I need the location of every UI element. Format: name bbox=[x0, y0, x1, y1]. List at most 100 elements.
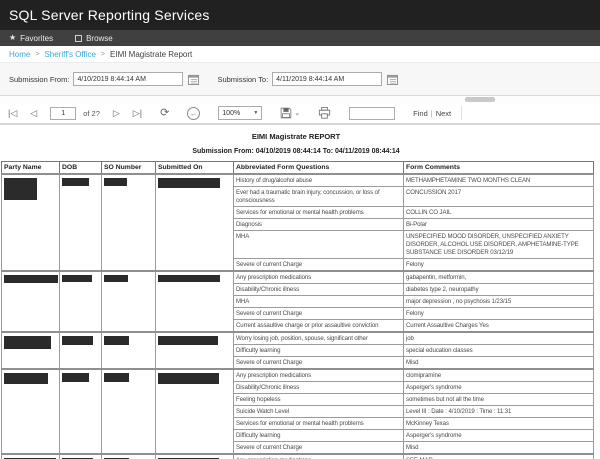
submission-to-calendar-button[interactable] bbox=[387, 74, 398, 85]
zoom-value: 100% bbox=[222, 110, 240, 117]
comment-cell: diabetes type 2, neuropathy bbox=[404, 284, 594, 296]
comment-cell: special education classes bbox=[404, 345, 594, 357]
report-title: EIMI Magistrate REPORT bbox=[0, 132, 592, 141]
last-page-button[interactable]: ▷| bbox=[133, 108, 142, 118]
redacted-dob-cell bbox=[60, 369, 102, 454]
export-button[interactable] bbox=[280, 107, 292, 119]
print-button[interactable] bbox=[318, 107, 331, 119]
comment-cell: UNSPECIFIED MOOD DISORDER, UNSPECIFIED A… bbox=[404, 231, 594, 259]
browse-label: Browse bbox=[86, 34, 113, 43]
comment-cell: Bi-Polar bbox=[404, 219, 594, 231]
refresh-icon[interactable]: ⟳ bbox=[160, 108, 169, 118]
report-row: Worry losing job, position, spouse, sign… bbox=[2, 332, 594, 345]
redaction-box bbox=[158, 178, 220, 188]
column-header: DOB bbox=[60, 162, 102, 175]
question-cell: MHA bbox=[234, 296, 404, 308]
find-next-separator: | bbox=[431, 109, 433, 118]
comment-cell: Asperger's syndrome bbox=[404, 382, 594, 394]
question-cell: Severe of current Charge bbox=[234, 442, 404, 455]
zoom-select[interactable]: 100% ▼ bbox=[218, 106, 262, 120]
question-cell: Severe of current Charge bbox=[234, 259, 404, 272]
question-cell: Severe of current Charge bbox=[234, 357, 404, 370]
menu-item-favorites[interactable]: ★ Favorites bbox=[9, 34, 53, 43]
question-cell: Feeling hopeless bbox=[234, 394, 404, 406]
column-header: SO Number bbox=[102, 162, 156, 175]
question-cell: Diagnosis bbox=[234, 219, 404, 231]
redacted-submitted-on-cell bbox=[156, 454, 234, 459]
redacted-dob-cell bbox=[60, 174, 102, 271]
star-icon: ★ bbox=[9, 34, 16, 42]
find-input[interactable] bbox=[349, 107, 395, 120]
parameter-panel: Submission From: Submission To: bbox=[0, 63, 600, 96]
submission-from-input[interactable] bbox=[73, 72, 183, 86]
comment-cell: Current Assaultive Charges Yes bbox=[404, 320, 594, 333]
comment-cell: sometimes but not all the time bbox=[404, 394, 594, 406]
redacted-party-name-cell bbox=[2, 271, 60, 332]
breadcrumb-separator: > bbox=[35, 51, 39, 58]
app-title: SQL Server Reporting Services bbox=[9, 7, 210, 23]
report-table: Party NameDOBSO NumberSubmitted OnAbbrev… bbox=[1, 161, 594, 459]
redaction-box bbox=[62, 373, 89, 382]
redacted-so-number-cell bbox=[102, 332, 156, 369]
calendar-icon bbox=[188, 74, 199, 85]
column-header: Party Name bbox=[2, 162, 60, 175]
submission-to-input[interactable] bbox=[272, 72, 382, 86]
report-row: Any prescription medicationsSEE MAR bbox=[2, 454, 594, 459]
chevron-down-icon: ▼ bbox=[253, 110, 258, 116]
redacted-dob-cell bbox=[60, 271, 102, 332]
redaction-box bbox=[158, 336, 218, 345]
breadcrumb: Home > Sheriff's Office > EIMI Magistrat… bbox=[0, 46, 600, 63]
question-cell: Current assaultive charge or prior assau… bbox=[234, 320, 404, 333]
question-cell: MHA bbox=[234, 231, 404, 259]
previous-page-button[interactable]: ◁ bbox=[30, 108, 37, 118]
next-page-button[interactable]: ▷ bbox=[113, 108, 120, 118]
redacted-party-name-cell bbox=[2, 454, 60, 459]
redacted-submitted-on-cell bbox=[156, 271, 234, 332]
export-chevron-icon[interactable]: ⌄ bbox=[294, 109, 300, 117]
redacted-party-name-cell bbox=[2, 369, 60, 454]
parameters-collapse-handle[interactable] bbox=[465, 97, 495, 102]
redaction-box bbox=[4, 336, 51, 349]
report-subtitle: Submission From: 04/10/2019 08:44:14 To:… bbox=[0, 148, 592, 155]
page-count-label: of 2? bbox=[83, 109, 100, 118]
question-cell: Disability/Chronic illness bbox=[234, 382, 404, 394]
report-row: Any prescription medicationsclomipramine bbox=[2, 369, 594, 382]
redaction-box bbox=[104, 178, 127, 186]
redacted-dob-cell bbox=[60, 332, 102, 369]
comment-cell: gabapentin, metformin, bbox=[404, 271, 594, 284]
breadcrumb-home-link[interactable]: Home bbox=[9, 50, 30, 59]
back-to-parent-icon[interactable]: ← bbox=[187, 107, 200, 120]
redaction-box bbox=[62, 336, 93, 345]
current-page-input[interactable] bbox=[50, 107, 76, 120]
breadcrumb-parent-link[interactable]: Sheriff's Office bbox=[44, 50, 95, 59]
find-button[interactable]: Find bbox=[413, 109, 428, 118]
submission-from-label: Submission From: bbox=[9, 75, 69, 84]
next-button[interactable]: Next bbox=[436, 109, 451, 118]
first-page-button[interactable]: |◁ bbox=[8, 108, 17, 118]
submission-from-calendar-button[interactable] bbox=[188, 74, 199, 85]
toolbar-separator bbox=[461, 106, 462, 120]
question-cell: Any prescription medications bbox=[234, 454, 404, 459]
question-cell: Services for emotional or mental health … bbox=[234, 207, 404, 219]
menu-item-browse[interactable]: Browse bbox=[75, 34, 113, 43]
comment-cell: CONCUSSION 2017 bbox=[404, 187, 594, 207]
redacted-so-number-cell bbox=[102, 454, 156, 459]
browse-icon bbox=[75, 35, 82, 42]
comment-cell: major depression , no psychosis 1/23/15 bbox=[404, 296, 594, 308]
question-cell: Disability/Chronic illness bbox=[234, 284, 404, 296]
report-toolbar: |◁ ◁ of 2? ▷ ▷| ⟳ ← 100% ▼ ⌄ Find | Next bbox=[0, 103, 600, 125]
redaction-box bbox=[4, 178, 37, 200]
column-header: Submitted On bbox=[156, 162, 234, 175]
redaction-box bbox=[62, 178, 89, 186]
redaction-box bbox=[4, 275, 58, 283]
submission-to-label: Submission To: bbox=[217, 75, 268, 84]
calendar-icon bbox=[387, 74, 398, 85]
comment-cell: METHAMPHETAMINE TWO MONTHS CLEAN bbox=[404, 174, 594, 187]
comment-cell: Asperger's syndrome bbox=[404, 430, 594, 442]
redacted-so-number-cell bbox=[102, 271, 156, 332]
report-table-body: History of drug/alcohol abuseMETHAMPHETA… bbox=[2, 174, 594, 459]
redacted-submitted-on-cell bbox=[156, 369, 234, 454]
comment-cell: job bbox=[404, 332, 594, 345]
redaction-box bbox=[104, 275, 128, 282]
comment-cell: clomipramine bbox=[404, 369, 594, 382]
